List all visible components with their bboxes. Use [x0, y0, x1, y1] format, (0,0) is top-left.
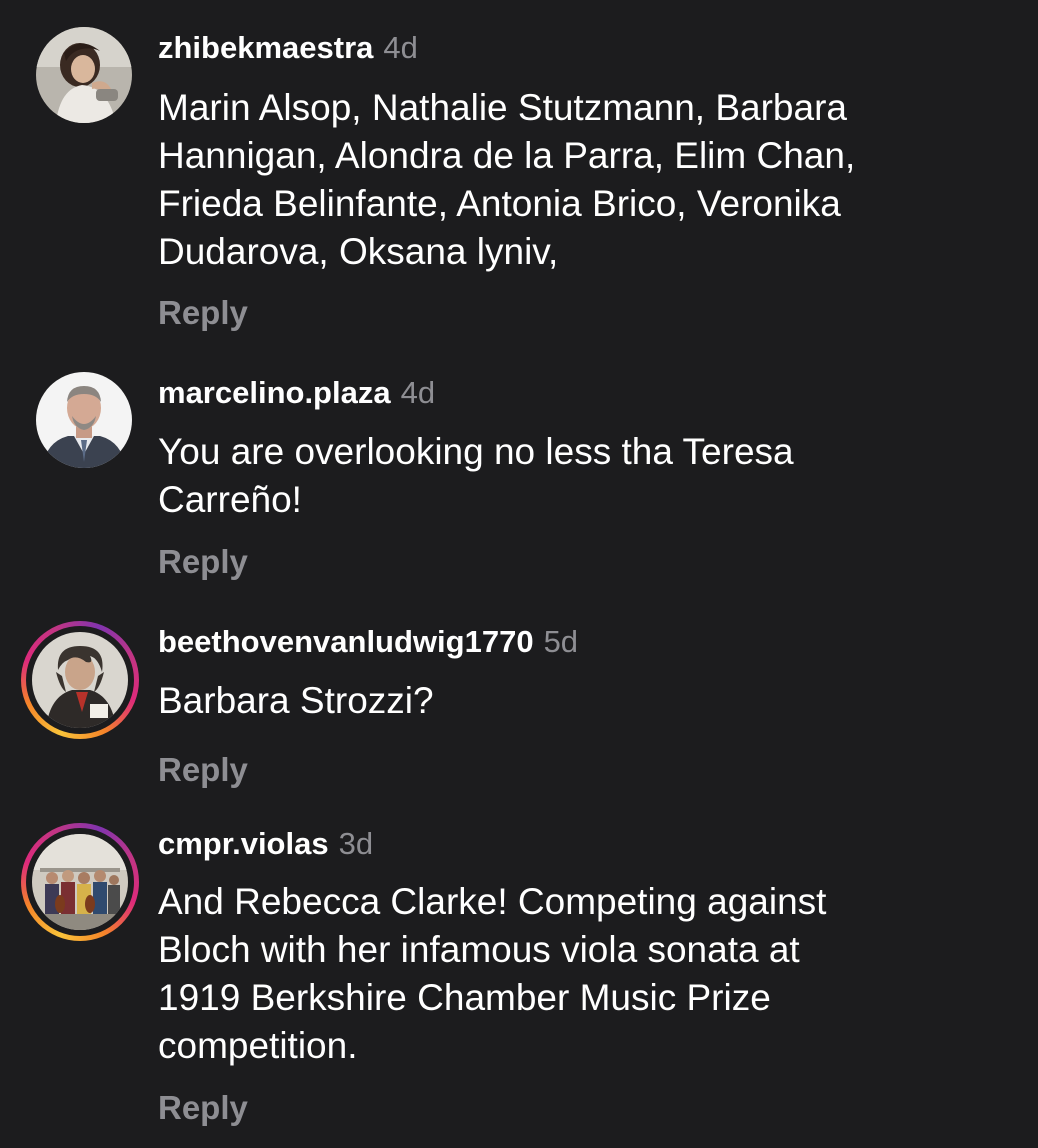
username-link[interactable]: cmpr.violas	[158, 826, 329, 861]
timestamp: 3d	[338, 826, 374, 861]
comment-line: 1919 Berkshire Chamber Music Prize	[158, 977, 771, 1018]
comment-item: cmpr.violas 3d And Rebecca Clarke! Compet…	[0, 0, 1038, 1148]
comment-line: And Rebecca Clarke! Competing against	[158, 881, 827, 922]
comment-line: Bloch with her infamous viola sonata at	[158, 929, 800, 970]
reply-button[interactable]: Reply	[158, 1088, 248, 1128]
comment-meta: cmpr.violas 3d	[158, 826, 373, 862]
avatar	[32, 834, 128, 930]
group-of-violists-avatar-image	[32, 834, 128, 930]
comment-line: competition.	[158, 1025, 358, 1066]
comment-text: And Rebecca Clarke! Competing against Bl…	[158, 878, 998, 1070]
story-ring[interactable]	[21, 823, 139, 941]
